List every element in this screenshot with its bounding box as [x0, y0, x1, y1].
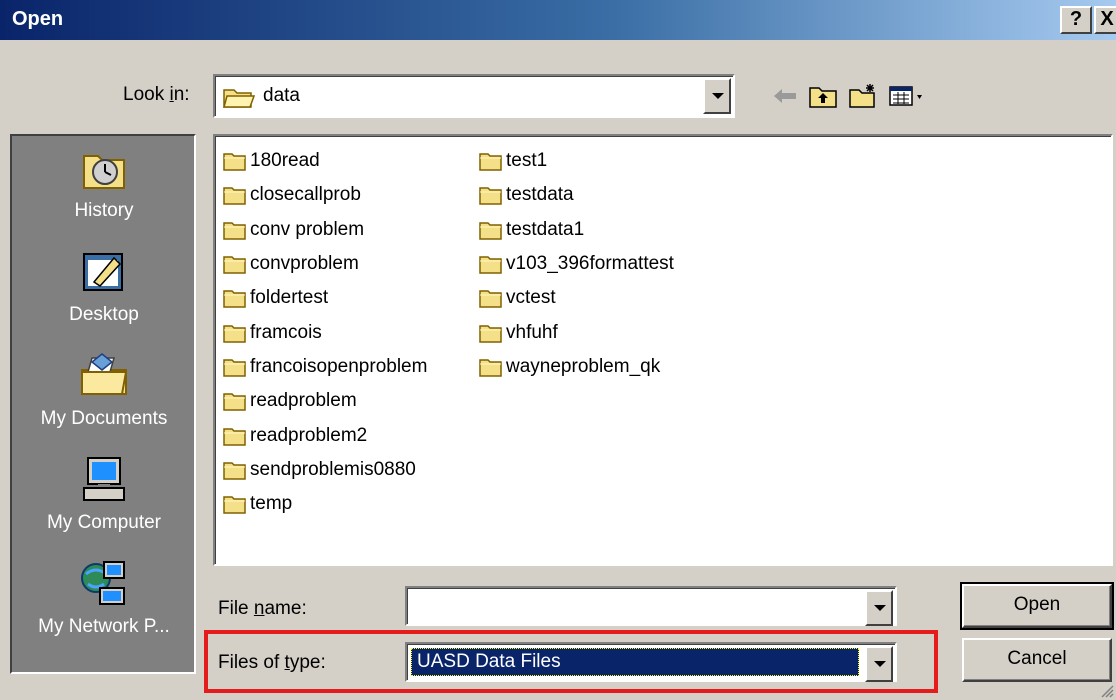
place-my-computer[interactable]: My Computer [12, 454, 196, 558]
open-button-label: Open [1013, 594, 1061, 615]
folder-item[interactable]: sendproblemis0880 [223, 453, 427, 487]
file-name-dropdown-button[interactable] [865, 590, 893, 626]
folder-item-name: framcois [250, 321, 322, 343]
folder-item-name: wayneproblem_qk [506, 355, 661, 377]
close-button[interactable]: X [1094, 6, 1116, 34]
history-icon [83, 155, 125, 189]
folder-icon [479, 221, 502, 240]
folder-item[interactable]: conv problem [223, 213, 427, 247]
folder-item-name: temp [250, 493, 293, 515]
folder-icon [479, 187, 502, 206]
place-my-documents[interactable]: My Documents [12, 350, 196, 454]
folder-icon [479, 359, 502, 377]
folder-item[interactable]: temp [223, 487, 427, 521]
folder-item-name: readproblem [250, 390, 357, 412]
folder-item[interactable]: framcois [223, 315, 427, 349]
folder-item[interactable]: francoisopenproblem [223, 350, 427, 384]
folder-item[interactable]: testdata1 [479, 213, 674, 247]
my-computer-icon [83, 457, 125, 501]
folder-item[interactable]: test1 [479, 144, 674, 178]
folder-item[interactable]: foldertest [223, 281, 427, 315]
open-folder-icon [223, 89, 255, 108]
folder-icon [223, 427, 246, 446]
folder-item[interactable]: v103_396formattest [479, 247, 674, 281]
folder-icon [223, 153, 246, 171]
place-my-computer-label: My Computer [46, 512, 162, 533]
folder-item-name: testdata1 [506, 218, 585, 240]
folder-item[interactable]: vctest [479, 281, 674, 315]
places-bar: History Desktop My Documents My Computer… [10, 134, 196, 674]
folder-item[interactable]: vhfuhf [479, 315, 674, 349]
folder-icon [479, 290, 502, 309]
lookin-value: data [263, 85, 300, 106]
up-one-level-icon[interactable] [808, 82, 838, 110]
folder-item[interactable]: readproblem [223, 384, 427, 418]
folder-icon [223, 496, 246, 514]
folder-item-name: sendproblemis0880 [250, 458, 416, 480]
folder-item[interactable]: closecallprob [223, 178, 427, 212]
my-documents-icon [81, 353, 128, 395]
folder-icon [223, 462, 246, 480]
folder-item-name: closecallprob [250, 184, 361, 206]
place-my-documents-label: My Documents [40, 408, 168, 429]
folder-icon [223, 393, 246, 411]
place-my-network[interactable]: My Network P... [12, 558, 196, 662]
folder-item-name: testdata [506, 184, 574, 206]
highlight-box [204, 630, 938, 693]
folder-item[interactable]: testdata [479, 178, 674, 212]
title-bar[interactable]: Open ? X [0, 0, 1116, 40]
lookin-label: Look in: [123, 84, 190, 105]
back-icon[interactable] [770, 82, 800, 110]
folder-item[interactable]: wayneproblem_qk [479, 350, 674, 384]
folder-icon [479, 153, 502, 171]
folder-icon [223, 324, 246, 343]
file-name-field[interactable] [405, 586, 897, 626]
folder-item-name: v103_396formattest [506, 253, 674, 275]
file-list[interactable]: 180read closecallprob conv problem convprob… [213, 134, 1113, 566]
folder-item-name: conv problem [250, 218, 365, 240]
folder-item-name: 180read [250, 150, 320, 172]
folder-item-name: test1 [506, 150, 548, 172]
folder-item-name: convproblem [250, 253, 359, 275]
file-column-2: test1 testdata testdata1 v103_396formattest… [479, 144, 674, 384]
folder-item[interactable]: convproblem [223, 247, 427, 281]
place-desktop[interactable]: Desktop [12, 246, 196, 350]
place-my-network-label: My Network P... [38, 616, 170, 637]
folder-icon [223, 221, 246, 240]
view-menu-icon[interactable] [888, 82, 928, 110]
folder-icon [223, 359, 246, 377]
folder-item-name: vctest [506, 287, 556, 309]
help-button[interactable]: ? [1060, 6, 1092, 34]
folder-item[interactable]: 180read [223, 144, 427, 178]
desktop-icon [83, 253, 123, 291]
folder-icon [223, 290, 246, 309]
folder-icon [479, 324, 502, 343]
folder-icon [223, 256, 246, 274]
folder-icon [223, 187, 246, 206]
folder-item[interactable]: readproblem2 [223, 418, 427, 452]
folder-item-name: francoisopenproblem [250, 355, 428, 377]
lookin-dropdown-button[interactable] [703, 78, 731, 114]
place-history-label: History [74, 200, 134, 221]
folder-item-name: readproblem2 [250, 424, 368, 446]
file-column-1: 180read closecallprob conv problem convprob… [223, 144, 427, 521]
open-button[interactable]: Open [960, 582, 1114, 630]
resize-grip-icon[interactable] [1100, 684, 1114, 698]
folder-icon [479, 256, 502, 274]
place-history[interactable]: History [12, 142, 196, 246]
window-title: Open [12, 8, 64, 30]
my-network-places-icon [81, 561, 125, 605]
place-desktop-label: Desktop [69, 304, 139, 325]
new-folder-icon[interactable] [848, 82, 878, 110]
file-name-label: File name: [218, 598, 307, 619]
folder-item-name: vhfuhf [506, 321, 558, 343]
open-dialog: Open ? X Look in: data History Desktop M… [0, 0, 1116, 700]
folder-item-name: foldertest [250, 287, 329, 309]
lookin-dropdown[interactable]: data [213, 74, 735, 118]
cancel-button[interactable]: Cancel [962, 638, 1112, 682]
